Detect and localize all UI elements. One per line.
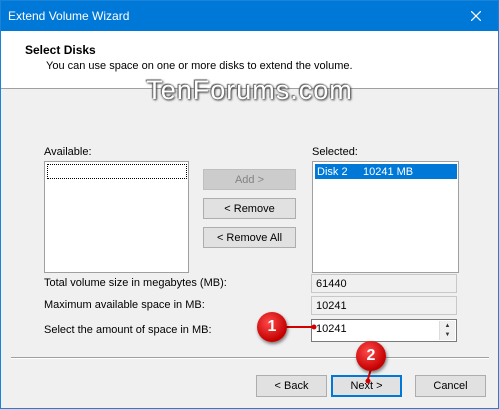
extend-volume-wizard-window: Extend Volume Wizard Select Disks You ca… [0,0,499,409]
callout-badge-2: 2 [356,341,386,371]
callout-badge-1: 1 [257,312,287,342]
callout-arrows [284,324,372,384]
